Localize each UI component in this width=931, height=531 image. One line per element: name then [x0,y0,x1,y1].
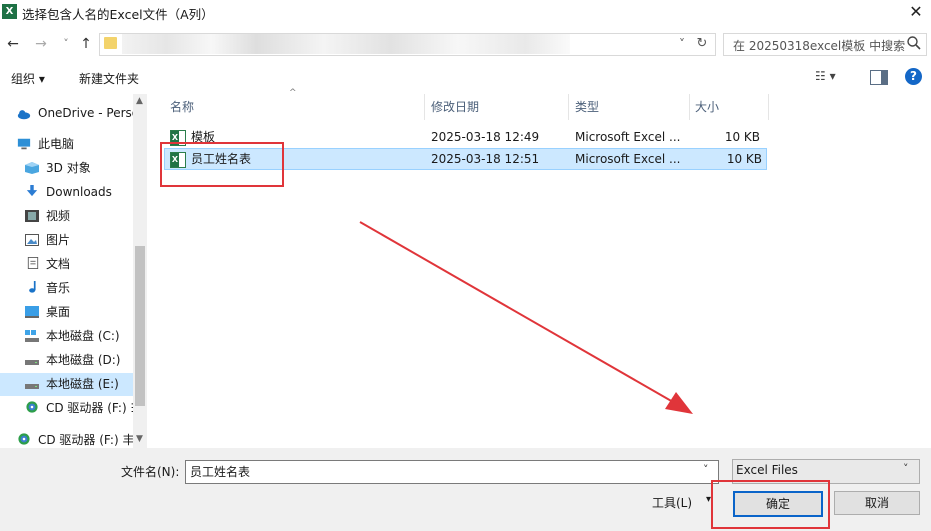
column-header-type[interactable]: 类型 [575,94,599,120]
nav-label: CD 驱动器 (F:) 丰 [38,433,133,447]
preview-pane-icon[interactable] [870,70,888,85]
column-separator[interactable] [768,94,769,120]
tools-button[interactable]: 工具(L) [652,494,692,511]
nav-item-documents[interactable]: 文档 [0,253,133,276]
close-button[interactable]: ✕ [901,0,931,24]
forward-arrow-icon[interactable]: → [32,35,50,53]
file-size: 10 KB [724,130,760,144]
address-path-blurred [122,34,570,54]
new-folder-button[interactable]: 新建文件夹 [79,70,139,87]
scroll-down-icon[interactable]: ▼ [136,434,143,444]
filename-dropdown-icon[interactable]: ˅ [703,463,709,476]
drive-icon [25,330,39,342]
view-options-button[interactable]: ☷ ▾ [815,69,853,85]
nav-item-desktop[interactable]: 桌面 [0,301,133,324]
cancel-button[interactable]: 取消 [834,491,920,515]
refresh-icon[interactable]: ↻ [693,34,711,54]
video-icon [25,210,39,222]
nav-item-onedrive[interactable]: OneDrive - Perso [0,102,133,125]
nav-item-this-pc[interactable]: 此电脑 [0,133,133,156]
drive-icon [25,384,39,389]
nav-item-drive-e[interactable]: 本地磁盘 (E:) [0,373,133,396]
download-icon [26,185,38,197]
window-title: 选择包含人名的Excel文件（A列） [22,7,214,22]
nav-label: 图片 [46,233,71,247]
excel-app-icon: X [2,4,17,19]
back-arrow-icon[interactable]: ← [4,35,22,53]
column-header-modified[interactable]: 修改日期 [431,94,479,120]
nav-item-pictures[interactable]: 图片 [0,229,133,252]
organize-button[interactable]: 组织 ▾ [11,70,45,87]
address-dropdown-icon[interactable]: ˅ [674,34,690,54]
nav-label: 桌面 [46,305,71,319]
nav-label: 此电脑 [38,137,75,151]
annotation-highlight-ok [711,480,830,529]
nav-item-videos[interactable]: 视频 [0,205,133,228]
cd-icon [26,401,38,413]
nav-label: 音乐 [46,281,71,295]
file-type: Microsoft Excel ... [575,130,681,144]
nav-label: 文档 [46,257,71,271]
nav-label: CD 驱动器 (F:) ∃ [46,401,133,415]
cd-icon [18,433,30,445]
annotation-highlight-file [160,142,284,187]
recent-locations-chevron-icon[interactable]: ˅ [57,35,75,53]
nav-item-downloads[interactable]: Downloads [0,181,133,204]
search-placeholder: 在 20250318excel模板 中搜索 [733,39,906,53]
nav-item-drive-d[interactable]: 本地磁盘 (D:) [0,349,133,372]
drive-icon [25,360,39,365]
scroll-up-icon[interactable]: ▲ [136,96,143,106]
nav-item-cd-drive-root[interactable]: CD 驱动器 (F:) 丰 [0,429,133,448]
nav-item-drive-c[interactable]: 本地磁盘 (C:) [0,325,133,348]
filename-input[interactable] [185,460,719,484]
nav-label: OneDrive - Perso [38,106,133,120]
help-icon[interactable]: ? [905,68,922,85]
navigation-pane[interactable]: OneDrive - Perso 此电脑 3D 对象 Downloads 视频 … [0,94,148,448]
cloud-icon [17,110,31,120]
column-header-size[interactable]: 大小 [695,94,719,120]
nav-label: 3D 对象 [46,161,91,175]
nav-item-3d-objects[interactable]: 3D 对象 [0,157,133,180]
folder-icon [104,37,117,49]
nav-label: Downloads [46,185,112,199]
column-separator[interactable] [689,94,690,120]
nav-label: 本地磁盘 (C:) [46,329,120,343]
up-folder-arrow-icon[interactable]: ↑ [77,35,95,53]
nav-scrollbar-thumb[interactable] [135,246,145,406]
filename-label: 文件名(N): [121,465,180,479]
file-type: Microsoft Excel ... [575,152,681,166]
desktop-icon [25,306,39,318]
computer-icon [17,138,31,150]
file-modified: 2025-03-18 12:51 [431,152,540,166]
document-icon [27,257,39,269]
filename-value: 员工姓名表 [190,465,251,479]
column-separator[interactable] [424,94,425,120]
nav-label: 视频 [46,209,71,223]
nav-label: 本地磁盘 (E:) [46,377,119,391]
sort-ascending-icon: ^ [289,88,297,98]
column-header-name[interactable]: 名称 [170,94,194,120]
music-icon [29,281,36,293]
column-separator[interactable] [568,94,569,120]
nav-item-music[interactable]: 音乐 [0,277,133,300]
nav-item-cd-drive[interactable]: CD 驱动器 (F:) ∃ [0,397,133,420]
nav-label: 本地磁盘 (D:) [46,353,121,367]
file-type-filter-value: Excel Files [736,463,798,477]
search-icon[interactable] [906,35,922,51]
cube-icon [25,162,39,174]
filter-dropdown-icon[interactable]: ˅ [903,462,909,475]
file-size: 10 KB [726,152,762,166]
file-modified: 2025-03-18 12:49 [431,130,540,144]
picture-icon [25,234,39,246]
